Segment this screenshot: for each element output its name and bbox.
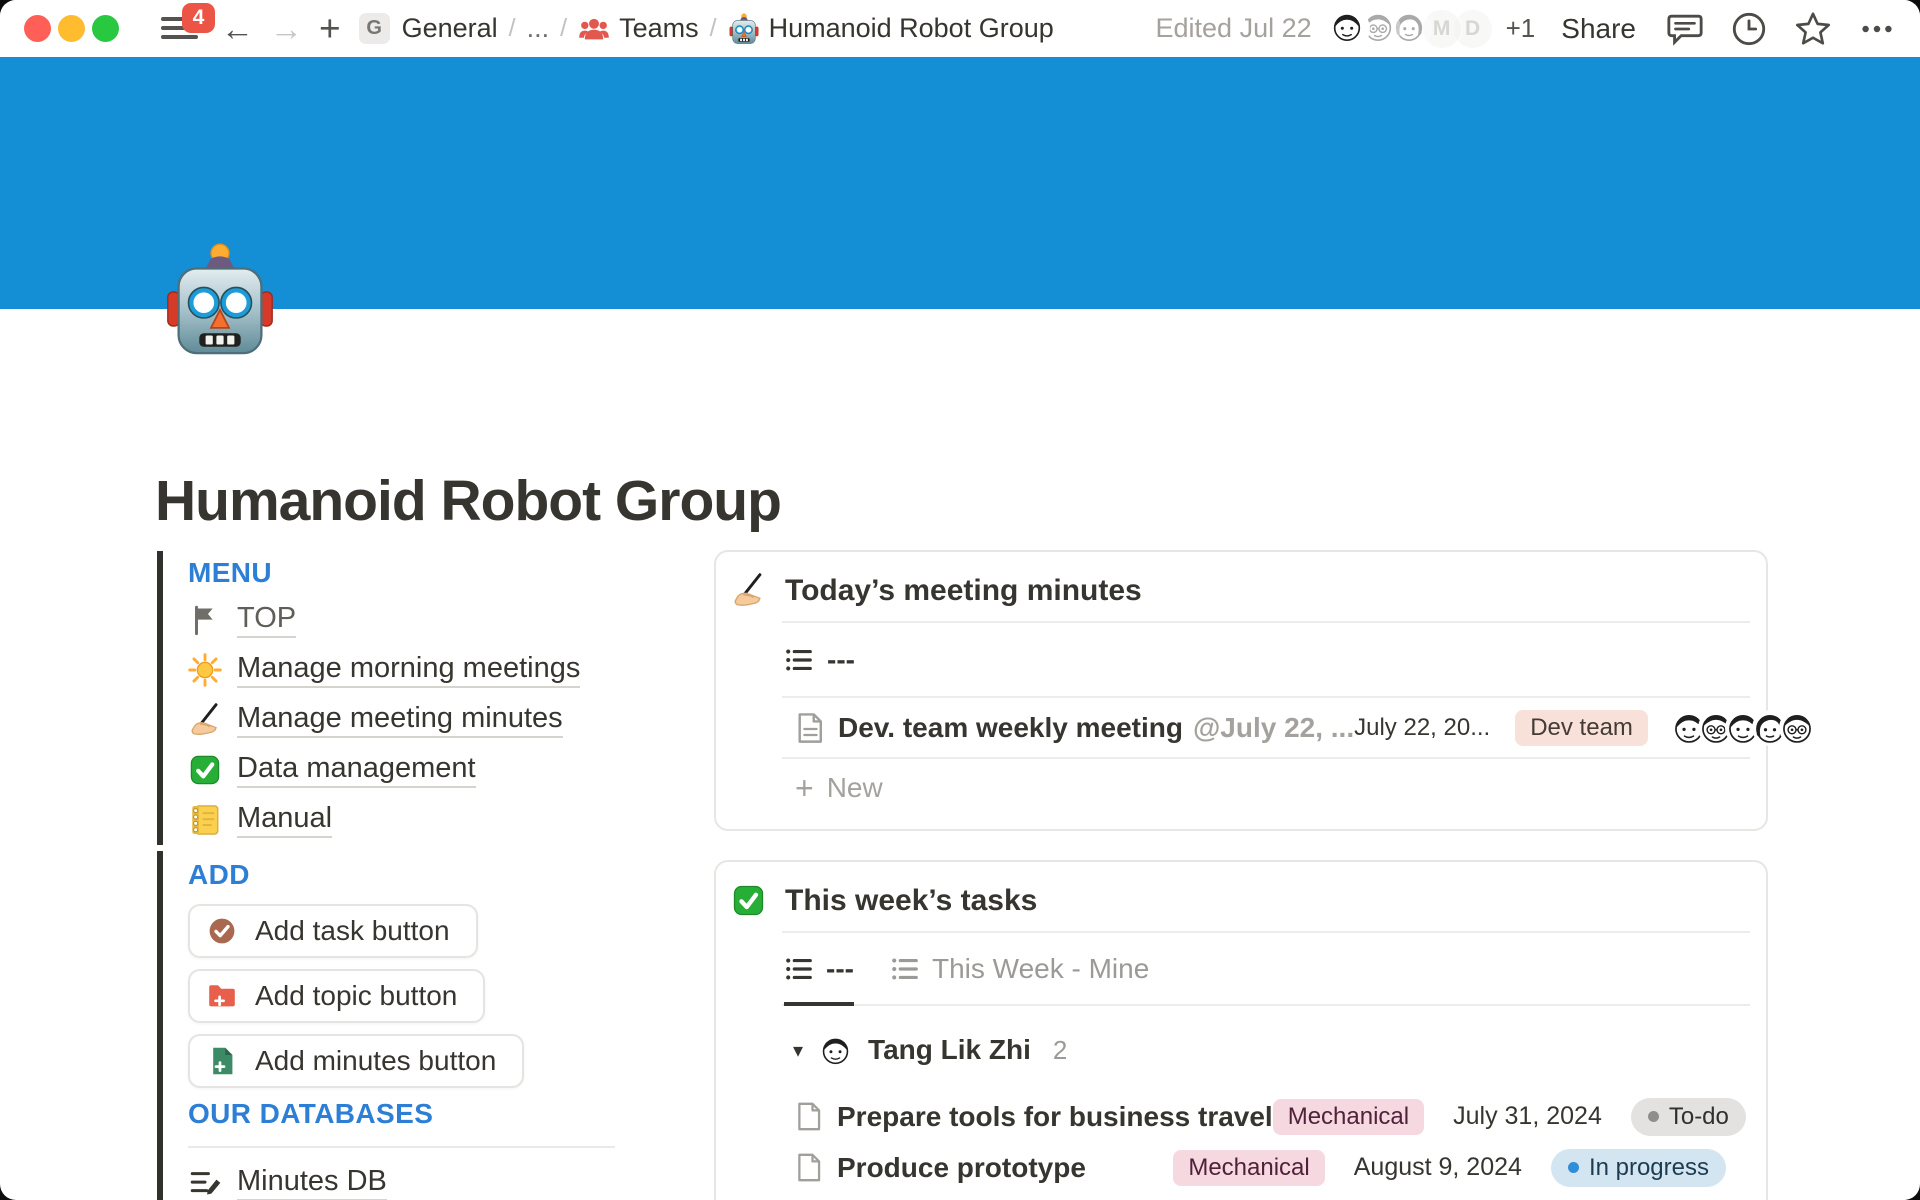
check-box-icon: [731, 883, 766, 918]
more-options-icon[interactable]: [1858, 10, 1896, 48]
date-mention: @July 22, ...: [1193, 712, 1354, 744]
task-check-icon: [206, 915, 238, 947]
breadcrumb-teams[interactable]: Teams: [578, 13, 699, 45]
writing-hand-icon: [731, 573, 766, 608]
menu-item-data-management[interactable]: Data management: [188, 745, 580, 795]
attendee-avatar-stack: [1671, 710, 1815, 746]
breadcrumb-separator: /: [710, 14, 717, 43]
minutes-view-tab[interactable]: ---: [716, 623, 1766, 696]
plus-icon: +: [795, 772, 814, 804]
flag-icon: [188, 603, 222, 637]
page-icon: [795, 1101, 823, 1132]
status-badge-todo: To-do: [1631, 1098, 1746, 1136]
close-window-button[interactable]: [24, 15, 51, 42]
titlebar-right-cluster: Edited Jul 22 M D +1 Share: [1156, 8, 1896, 50]
minimize-window-button[interactable]: [58, 15, 85, 42]
collapse-caret-icon[interactable]: ▾: [793, 1038, 803, 1063]
menu-section: MENU TOP Manage morning meetings Manage …: [157, 551, 580, 845]
check-box-icon: [188, 753, 222, 787]
meeting-date: July 22, 20...: [1354, 714, 1490, 742]
database-icon: [188, 1166, 222, 1200]
avatar-overflow-count[interactable]: +1: [1506, 13, 1536, 44]
share-button[interactable]: Share: [1561, 13, 1636, 45]
due-date: July 31, 2024: [1453, 1102, 1602, 1131]
mechanical-tag: Mechanical: [1273, 1099, 1424, 1135]
avatar: [1328, 8, 1370, 50]
comments-icon[interactable]: [1666, 10, 1704, 48]
add-minutes-button[interactable]: Add minutes button: [188, 1034, 524, 1088]
file-plus-icon: [206, 1045, 238, 1077]
task-row-prepare-tools[interactable]: Prepare tools for business travel Mechan…: [716, 1091, 1766, 1142]
menu-item-meeting-minutes[interactable]: Manage meeting minutes: [188, 695, 580, 745]
status-badge-in-progress: In progress: [1551, 1149, 1726, 1187]
notification-badge: 4: [182, 3, 215, 33]
tasks-view-tabs: --- This Week - Mine: [716, 933, 1766, 1006]
workspace-chip[interactable]: G: [359, 13, 390, 44]
menu-item-top[interactable]: TOP: [188, 595, 580, 645]
page-icon: [795, 1152, 823, 1183]
mechanical-tag: Mechanical: [1173, 1150, 1324, 1186]
add-heading: ADD: [188, 851, 524, 891]
zoom-window-button[interactable]: [92, 15, 119, 42]
list-view-icon: [784, 645, 814, 675]
breadcrumb-collapsed[interactable]: ...: [527, 13, 550, 44]
divider: [188, 1146, 615, 1148]
databases-heading: OUR DATABASES: [188, 1088, 615, 1130]
page-cover[interactable]: [0, 57, 1920, 309]
add-task-button[interactable]: Add task button: [188, 904, 478, 958]
database-item-minutes-db[interactable]: Minutes DB: [188, 1158, 615, 1200]
breadcrumb-separator: /: [560, 14, 567, 43]
tab-this-week-mine[interactable]: This Week - Mine: [890, 953, 1149, 1006]
tasks-card-title: This week’s tasks: [785, 884, 1037, 918]
dev-team-tag: Dev team: [1515, 710, 1648, 746]
page-title[interactable]: Humanoid Robot Group: [155, 468, 781, 534]
document-icon: [795, 712, 825, 744]
window-titlebar: 4 ← → + G General / ... / Teams / Humano…: [0, 0, 1920, 57]
sun-icon: [188, 653, 222, 687]
avatar: [1779, 710, 1815, 746]
group-header-tang-lik-zhi[interactable]: ▾ Tang Lik Zhi 2: [716, 1023, 1766, 1077]
meeting-minutes-card: Today’s meeting minutes --- Dev. team we…: [714, 550, 1768, 831]
macos-traffic-lights: [24, 15, 119, 42]
status-dot: [1648, 1111, 1659, 1122]
notion-window: 4 ← → + G General / ... / Teams / Humano…: [0, 0, 1920, 1200]
new-tab-button[interactable]: +: [319, 10, 341, 47]
page-robot-emoji-icon[interactable]: [166, 238, 274, 362]
add-section: ADD Add task button Add topic button Add…: [157, 851, 524, 1088]
minutes-card-title: Today’s meeting minutes: [785, 574, 1142, 608]
tab-default-view[interactable]: ---: [784, 953, 854, 1006]
group-count: 2: [1053, 1035, 1067, 1066]
task-row-produce-prototype[interactable]: Produce prototype Mechanical August 9, 2…: [716, 1142, 1766, 1193]
forward-button[interactable]: →: [270, 12, 303, 45]
tasks-card-header: This week’s tasks: [716, 862, 1766, 931]
add-topic-button[interactable]: Add topic button: [188, 969, 485, 1023]
notebook-icon: [188, 803, 222, 837]
menu-heading: MENU: [188, 551, 580, 589]
last-edited-label: Edited Jul 22: [1156, 13, 1312, 44]
presence-avatar-stack[interactable]: M D: [1328, 8, 1494, 50]
teams-people-icon: [578, 13, 610, 45]
back-button[interactable]: ←: [221, 12, 254, 45]
databases-section: OUR DATABASES Minutes DB: [157, 1088, 615, 1200]
due-date: August 9, 2024: [1354, 1153, 1522, 1182]
list-view-icon: [890, 954, 920, 984]
minutes-row-dev-team-weekly[interactable]: Dev. team weekly meeting @July 22, ... J…: [716, 698, 1766, 757]
updates-clock-icon[interactable]: [1730, 10, 1768, 48]
list-view-icon: [784, 954, 814, 984]
status-dot: [1568, 1162, 1579, 1173]
group-avatar: [819, 1034, 852, 1067]
folder-plus-icon: [206, 980, 238, 1012]
minutes-card-header: Today’s meeting minutes: [716, 552, 1766, 621]
breadcrumb-current-page[interactable]: Humanoid Robot Group: [728, 13, 1054, 45]
weekly-tasks-card: This week’s tasks --- This Week - Mine ▾…: [714, 860, 1768, 1200]
menu-item-manual[interactable]: Manual: [188, 795, 580, 845]
menu-item-morning-meetings[interactable]: Manage morning meetings: [188, 645, 580, 695]
breadcrumb-general[interactable]: General: [402, 13, 498, 44]
favorite-star-icon[interactable]: [1794, 10, 1832, 48]
robot-emoji-icon: [728, 13, 760, 45]
new-minutes-row-button[interactable]: + New: [716, 759, 1766, 816]
writing-hand-icon: [188, 703, 222, 737]
breadcrumb-separator: /: [509, 14, 516, 43]
sidebar-toggle-button[interactable]: 4: [161, 12, 201, 46]
